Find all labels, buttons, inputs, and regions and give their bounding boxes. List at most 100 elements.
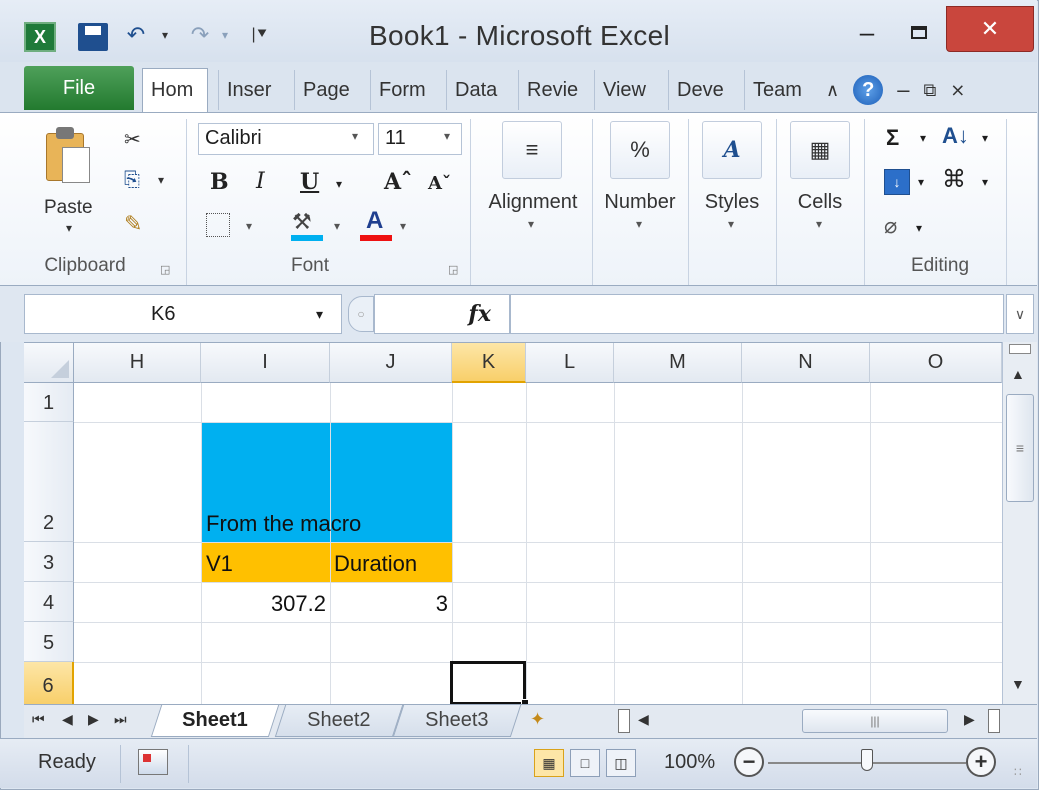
scroll-left-icon[interactable]: ◀ bbox=[638, 711, 649, 728]
customize-quick-access-icon[interactable]: |⯆ bbox=[248, 20, 272, 50]
column-header-h[interactable]: H bbox=[74, 343, 201, 383]
cell-i2[interactable]: From the macro bbox=[206, 511, 361, 537]
fill-color-icon[interactable]: ⚒ bbox=[292, 209, 312, 235]
close-workbook-icon[interactable]: ⨯ bbox=[950, 80, 965, 101]
cells-dropdown-icon[interactable]: ▾ bbox=[816, 217, 822, 231]
last-sheet-icon[interactable]: ⏭ bbox=[114, 711, 127, 728]
autosum-icon[interactable]: Σ bbox=[886, 125, 899, 151]
next-sheet-icon[interactable]: ▶ bbox=[88, 711, 99, 728]
resize-grip-icon[interactable]: ∷ bbox=[1014, 765, 1022, 779]
autosum-dropdown-icon[interactable]: ▾ bbox=[920, 131, 926, 145]
cells-button-label[interactable]: Cells bbox=[784, 191, 856, 214]
tab-page-layout[interactable]: Page bbox=[294, 70, 360, 110]
excel-app-icon[interactable]: X bbox=[24, 22, 56, 52]
worksheet-grid[interactable]: H I J K L M N O 1 2 3 4 5 6 From the mac… bbox=[24, 342, 1002, 704]
clipboard-launcher-icon[interactable]: ◲ bbox=[160, 263, 170, 276]
column-header-k[interactable]: K bbox=[452, 343, 526, 383]
fill-down-dropdown-icon[interactable]: ▾ bbox=[918, 175, 924, 189]
save-icon[interactable] bbox=[78, 23, 108, 51]
fill-down-icon[interactable]: ↓ bbox=[884, 169, 910, 195]
name-box[interactable]: K6 bbox=[24, 294, 342, 334]
find-select-icon[interactable]: ⌘ bbox=[942, 165, 966, 194]
column-header-j[interactable]: J bbox=[330, 343, 452, 383]
tab-view[interactable]: View bbox=[594, 70, 660, 110]
page-break-view-icon[interactable]: ◫ bbox=[606, 749, 636, 777]
borders-dropdown-icon[interactable]: ▾ bbox=[246, 219, 252, 233]
close-button[interactable]: ✕ bbox=[946, 6, 1034, 52]
page-layout-view-icon[interactable]: □ bbox=[570, 749, 600, 777]
font-color-icon[interactable]: A bbox=[366, 207, 383, 235]
row-header-4[interactable]: 4 bbox=[24, 582, 74, 622]
active-cell-k6[interactable] bbox=[450, 661, 526, 704]
number-button-label[interactable]: Number bbox=[596, 191, 684, 214]
horizontal-split-box[interactable] bbox=[988, 709, 1000, 733]
borders-icon[interactable] bbox=[206, 213, 230, 237]
clear-icon[interactable]: ⌀ bbox=[884, 213, 897, 239]
cell-i3[interactable]: V1 bbox=[206, 551, 233, 577]
sheet-tab-sheet3[interactable]: Sheet3 bbox=[392, 705, 522, 737]
scroll-down-icon[interactable]: ▼ bbox=[1011, 676, 1025, 692]
alignment-icon[interactable]: ≡ bbox=[502, 121, 562, 179]
formula-input[interactable] bbox=[510, 294, 1004, 334]
row-header-5[interactable]: 5 bbox=[24, 622, 74, 662]
minimize-workbook-icon[interactable]: – bbox=[897, 77, 909, 103]
horizontal-scroll-thumb[interactable]: ||| bbox=[802, 709, 948, 733]
column-header-m[interactable]: M bbox=[614, 343, 742, 383]
undo-icon[interactable]: ↶ bbox=[120, 20, 152, 50]
underline-dropdown-icon[interactable]: ▾ bbox=[336, 177, 342, 191]
tab-home[interactable]: Hom bbox=[142, 68, 208, 112]
restore-workbook-icon[interactable]: ⧉ bbox=[923, 80, 936, 101]
tab-file[interactable]: File bbox=[24, 66, 134, 110]
column-header-n[interactable]: N bbox=[742, 343, 870, 383]
font-launcher-icon[interactable]: ◲ bbox=[448, 263, 458, 276]
row-header-2[interactable]: 2 bbox=[24, 422, 74, 542]
vertical-scrollbar[interactable]: ▲ ≡ ▼ bbox=[1002, 342, 1037, 704]
italic-button[interactable]: I bbox=[256, 169, 265, 194]
styles-icon[interactable]: A bbox=[702, 121, 762, 179]
copy-dropdown-icon[interactable]: ▾ bbox=[158, 173, 164, 187]
copy-icon[interactable]: ⎘ bbox=[124, 169, 140, 192]
formula-bar-resize-handle[interactable]: ○ bbox=[348, 296, 374, 332]
redo-icon[interactable]: ↷ bbox=[186, 20, 214, 50]
column-header-l[interactable]: L bbox=[526, 343, 614, 383]
maximize-button[interactable] bbox=[896, 12, 942, 52]
sort-filter-icon[interactable]: A↓ bbox=[942, 123, 969, 149]
sheet-tab-sheet2[interactable]: Sheet2 bbox=[274, 705, 404, 737]
increase-font-size-button[interactable]: Aˆ bbox=[384, 169, 412, 195]
sheet-tab-sheet1[interactable]: Sheet1 bbox=[150, 705, 280, 737]
sort-filter-dropdown-icon[interactable]: ▾ bbox=[982, 131, 988, 145]
expand-formula-bar-icon[interactable]: ∨ bbox=[1006, 294, 1034, 334]
styles-dropdown-icon[interactable]: ▾ bbox=[728, 217, 734, 231]
name-box-dropdown-icon[interactable]: ▾ bbox=[316, 306, 323, 323]
number-dropdown-icon[interactable]: ▾ bbox=[636, 217, 642, 231]
normal-view-icon[interactable]: ▦ bbox=[534, 749, 564, 777]
help-icon[interactable]: ? bbox=[853, 75, 884, 105]
vertical-split-box[interactable] bbox=[1009, 344, 1031, 354]
column-header-i[interactable]: I bbox=[201, 343, 330, 383]
zoom-out-button[interactable]: − bbox=[734, 747, 764, 777]
tab-data[interactable]: Data bbox=[446, 70, 508, 110]
format-painter-icon[interactable]: ✎ bbox=[124, 211, 142, 237]
cell-i4[interactable]: 307.2 bbox=[206, 591, 326, 617]
tab-insert[interactable]: Inser bbox=[218, 70, 286, 110]
cell-j3[interactable]: Duration bbox=[334, 551, 417, 577]
column-header-o[interactable]: O bbox=[870, 343, 1002, 383]
vertical-scroll-thumb[interactable]: ≡ bbox=[1006, 394, 1034, 502]
tab-formulas[interactable]: Form bbox=[370, 70, 438, 110]
number-format-icon[interactable]: % bbox=[610, 121, 670, 179]
zoom-in-button[interactable]: + bbox=[966, 747, 996, 777]
font-size-dropdown-icon[interactable]: ▾ bbox=[444, 129, 450, 143]
redo-dropdown-icon[interactable]: ▾ bbox=[218, 20, 232, 50]
tab-split-box[interactable] bbox=[618, 709, 630, 733]
tab-team[interactable]: Team bbox=[744, 70, 814, 110]
first-sheet-icon[interactable]: ⏮ bbox=[32, 711, 45, 728]
scroll-up-icon[interactable]: ▲ bbox=[1011, 366, 1025, 382]
font-name-field[interactable]: Calibri bbox=[198, 123, 374, 155]
row-header-6[interactable]: 6 bbox=[24, 662, 74, 704]
scroll-right-icon[interactable]: ▶ bbox=[964, 711, 975, 728]
insert-function-button[interactable]: fx bbox=[374, 294, 510, 334]
bold-button[interactable]: B bbox=[210, 169, 229, 195]
zoom-level[interactable]: 100% bbox=[664, 751, 715, 774]
cell-j4[interactable]: 3 bbox=[330, 591, 448, 617]
zoom-slider-thumb[interactable] bbox=[861, 749, 873, 771]
